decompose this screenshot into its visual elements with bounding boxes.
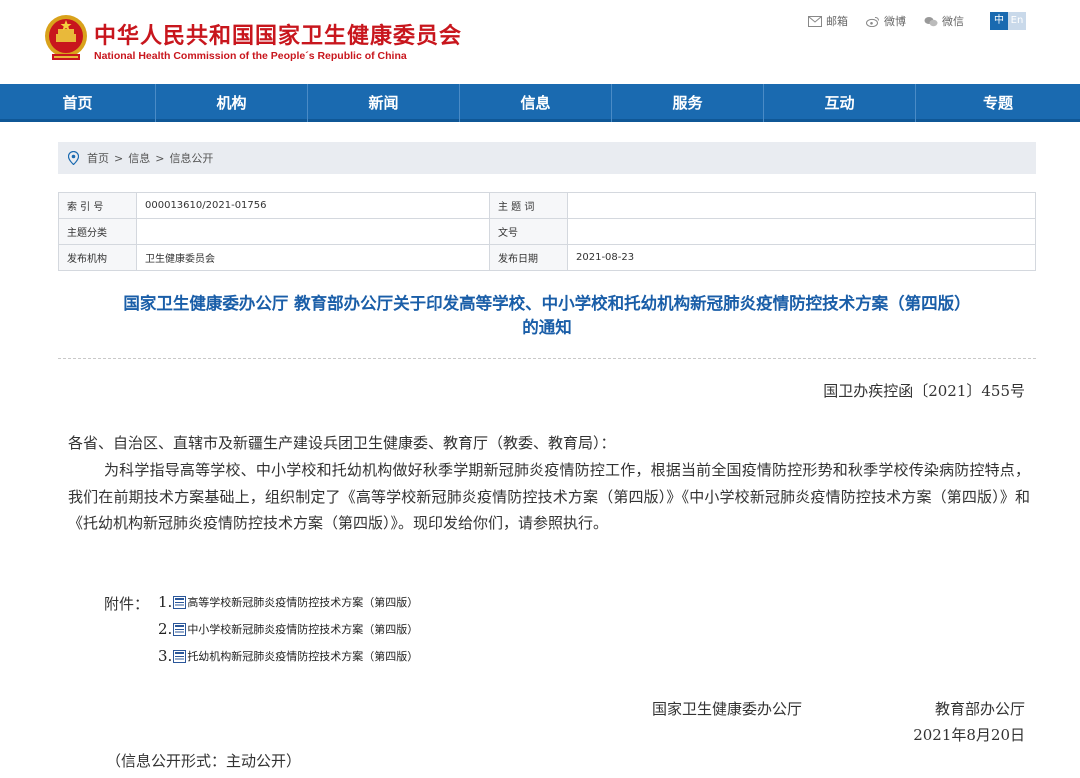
breadcrumb-home[interactable]: 首页 <box>87 150 109 166</box>
document-file-icon <box>173 622 187 636</box>
weibo-icon <box>866 16 880 27</box>
breadcrumb-separator: > <box>114 151 124 165</box>
wechat-label: 微信 <box>942 15 964 28</box>
title-line-2: 的通知 <box>522 318 572 337</box>
location-pin-icon <box>68 151 79 165</box>
meta-key: 索 引 号 <box>58 192 137 219</box>
breadcrumb-separator: > <box>155 151 165 165</box>
weibo-link[interactable]: 微博 <box>866 13 906 29</box>
signer-nhc: 国家卫生健康委办公厅 <box>652 700 803 718</box>
document-meta-table: 索 引 号 000013610/2021-01756 主 题 词 主题分类 文号… <box>58 192 1036 271</box>
meta-key: 主 题 词 <box>489 192 568 219</box>
document-title: 国家卫生健康委办公厅 教育部办公厅关于印发高等学校、中小学校和托幼机构新冠肺炎疫… <box>58 292 1036 340</box>
attachment-item: 1. 高等学校新冠肺炎疫情防控技术方案（第四版） <box>158 593 418 611</box>
weibo-label: 微博 <box>884 15 906 28</box>
addressee: 各省、自治区、直辖市及新疆生产建设兵团卫生健康委、教育厅（教委、教育局）： <box>68 434 616 452</box>
document-number: 国卫办疾控函〔2021〕455号 <box>823 382 1025 400</box>
lang-en-button[interactable]: En <box>1008 12 1026 30</box>
attachment-item: 2. 中小学校新冠肺炎疫情防控技术方案（第四版） <box>158 620 418 638</box>
meta-key: 文号 <box>489 218 568 245</box>
disclosure-form: （信息公开形式：主动公开） <box>106 752 302 770</box>
table-row: 索 引 号 000013610/2021-01756 主 题 词 <box>58 192 1036 219</box>
meta-key: 主题分类 <box>58 218 137 245</box>
mail-link[interactable]: 邮箱 <box>808 13 848 29</box>
breadcrumb-information[interactable]: 信息 <box>128 150 150 166</box>
nav-agencies[interactable]: 机构 <box>156 84 308 122</box>
meta-value <box>136 218 490 245</box>
org-name-cn[interactable]: 中华人民共和国国家卫生健康委员会 <box>94 18 462 50</box>
nav-services[interactable]: 服务 <box>612 84 764 122</box>
meta-key: 发布机构 <box>58 244 137 271</box>
body-paragraph: 为科学指导高等学校、中小学校和托幼机构做好秋季学期新冠肺炎疫情防控工作，根据当前… <box>68 461 1030 532</box>
site-header: 中华人民共和国国家卫生健康委员会 National Health Commiss… <box>0 0 1080 84</box>
meta-value <box>567 218 1036 245</box>
lang-zh-button[interactable]: 中 <box>990 12 1008 30</box>
attachments-label: 附件： <box>104 595 150 613</box>
nav-home[interactable]: 首页 <box>0 84 156 122</box>
attachment-number: 3. <box>158 647 173 665</box>
meta-value: 2021-08-23 <box>567 244 1036 271</box>
meta-value: 卫生健康委员会 <box>136 244 490 271</box>
wechat-link[interactable]: 微信 <box>924 13 964 29</box>
attachment-number: 2. <box>158 620 173 638</box>
signer-moe: 教育部办公厅 <box>934 700 1025 718</box>
table-row: 发布机构 卫生健康委员会 发布日期 2021-08-23 <box>58 244 1036 271</box>
attachment-number: 1. <box>158 593 173 611</box>
nav-news[interactable]: 新闻 <box>308 84 460 122</box>
meta-value <box>567 192 1036 219</box>
attachment-link[interactable]: 中小学校新冠肺炎疫情防控技术方案（第四版） <box>187 621 418 637</box>
org-name-en: National Health Commission of the People… <box>94 50 407 62</box>
main-nav: 首页 机构 新闻 信息 服务 互动 专题 <box>0 84 1080 122</box>
national-emblem-icon[interactable] <box>42 14 90 64</box>
mail-label: 邮箱 <box>826 15 848 28</box>
nav-topics[interactable]: 专题 <box>916 84 1080 122</box>
breadcrumb: 首页 > 信息 > 信息公开 <box>58 142 1036 174</box>
attachment-link[interactable]: 托幼机构新冠肺炎疫情防控技术方案（第四版） <box>187 648 418 664</box>
title-line-1: 国家卫生健康委办公厅 教育部办公厅关于印发高等学校、中小学校和托幼机构新冠肺炎疫… <box>123 294 971 313</box>
signing-date: 2021年8月20日 <box>913 726 1025 744</box>
meta-key: 发布日期 <box>489 244 568 271</box>
mail-icon <box>808 15 822 27</box>
attachment-link[interactable]: 高等学校新冠肺炎疫情防控技术方案（第四版） <box>187 594 418 610</box>
attachment-item: 3. 托幼机构新冠肺炎疫情防控技术方案（第四版） <box>158 647 418 665</box>
title-divider <box>58 358 1036 359</box>
nav-interaction[interactable]: 互动 <box>764 84 916 122</box>
meta-value: 000013610/2021-01756 <box>136 192 490 219</box>
breadcrumb-disclosure[interactable]: 信息公开 <box>169 150 213 166</box>
document-file-icon <box>173 595 187 609</box>
top-links: 邮箱 微博 微信 中 En <box>808 12 1026 30</box>
document-file-icon <box>173 649 187 663</box>
wechat-icon <box>924 16 938 26</box>
language-switch: 中 En <box>990 12 1026 30</box>
nav-information[interactable]: 信息 <box>460 84 612 122</box>
table-row: 主题分类 文号 <box>58 218 1036 245</box>
